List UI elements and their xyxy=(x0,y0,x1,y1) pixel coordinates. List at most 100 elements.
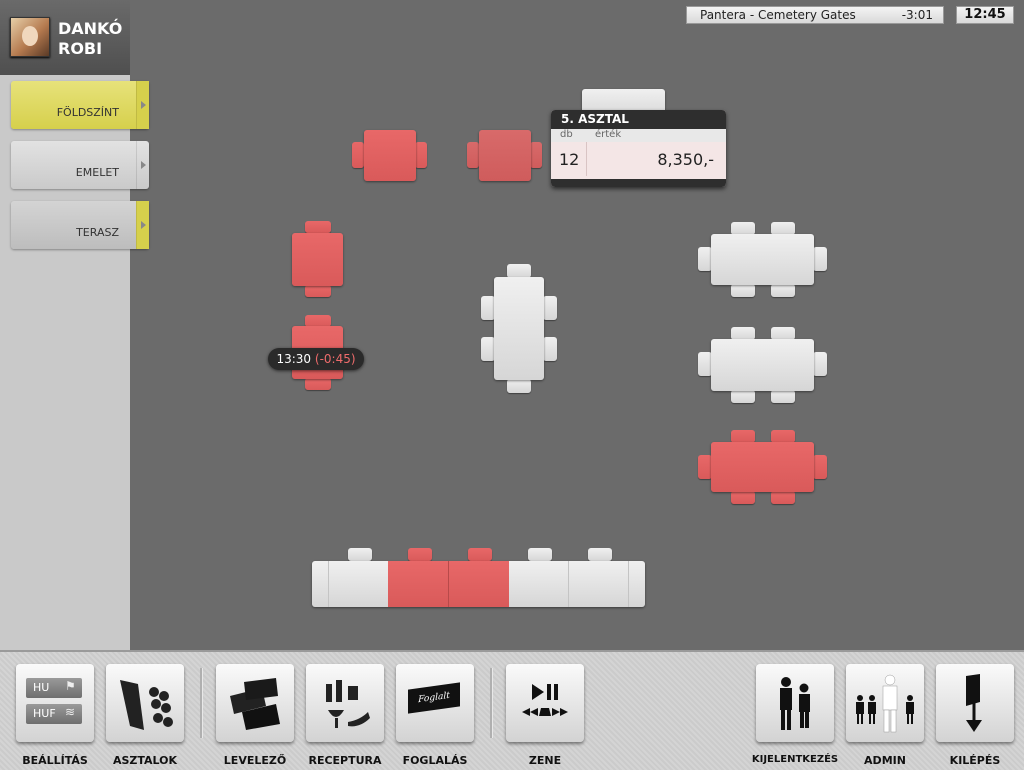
chevron-right-icon xyxy=(136,141,149,189)
table-occupied[interactable] xyxy=(364,130,416,181)
stool xyxy=(528,548,552,561)
currency-icon: HUF ≋ xyxy=(26,704,82,724)
popup-qty: 12 xyxy=(559,150,580,169)
floor-tab-upstairs[interactable]: EMELET xyxy=(11,141,149,189)
chevron-right-icon xyxy=(136,201,149,249)
chair xyxy=(813,247,827,271)
table-5[interactable] xyxy=(479,130,531,181)
floor-tab-terrace[interactable]: TERASZ xyxy=(11,201,149,249)
chair xyxy=(305,221,331,233)
people-icon xyxy=(780,677,810,730)
chair xyxy=(530,142,542,168)
reservation-time-badge: 13:30 (-0:45) xyxy=(268,348,364,370)
chair xyxy=(481,296,495,320)
chair xyxy=(415,142,427,168)
admin-icon xyxy=(856,674,914,733)
chair xyxy=(731,390,755,403)
flag-icon: ⚑ xyxy=(65,679,76,693)
tables-icon xyxy=(120,680,173,730)
mail-icon xyxy=(230,678,280,730)
chair xyxy=(698,455,712,479)
stool xyxy=(588,548,612,561)
user-panel: DANKÓ ROBI xyxy=(0,0,130,75)
mail-button[interactable] xyxy=(216,664,294,742)
tables-button[interactable] xyxy=(106,664,184,742)
toolbar-label: KIJELENTKEZÉS xyxy=(751,754,839,765)
divider xyxy=(568,561,569,607)
table-free[interactable] xyxy=(494,277,544,380)
table-occupied[interactable] xyxy=(711,442,814,492)
admin-button[interactable] xyxy=(846,664,924,742)
chair xyxy=(543,296,557,320)
reservation-delta: (-0:45) xyxy=(314,352,356,366)
toolbar-label: KILÉPÉS xyxy=(949,754,1001,767)
popup-values: 12 8,350,- xyxy=(551,142,726,176)
toolbar-label: ASZTALOK xyxy=(112,754,178,767)
floor-tab-label: EMELET xyxy=(75,166,119,179)
floor-tab-ground[interactable]: FÖLDSZÍNT xyxy=(11,81,149,129)
popup-title: 5. ASZTAL xyxy=(551,110,726,129)
table-info-popup[interactable]: 5. ASZTAL db érték 12 8,350,- xyxy=(551,110,726,187)
toolbar-label: BEÁLLÍTÁS xyxy=(22,754,88,767)
chair xyxy=(698,352,712,376)
booking-icon: Foglalt xyxy=(408,682,460,714)
chair xyxy=(507,264,531,278)
floor-tab-label: FÖLDSZÍNT xyxy=(56,106,119,119)
divider xyxy=(200,668,203,738)
chevron-right-icon xyxy=(136,81,149,129)
currency-code: HUF xyxy=(33,707,56,720)
music-icon xyxy=(522,684,568,716)
logout-button[interactable] xyxy=(756,664,834,742)
chair xyxy=(813,455,827,479)
chair xyxy=(731,491,755,504)
toolbar-label: LEVELEZŐ xyxy=(223,754,287,767)
avatar xyxy=(10,17,50,57)
settings-icon: HU ⚑ xyxy=(26,678,82,698)
chair xyxy=(813,352,827,376)
clock: 12:45 xyxy=(956,6,1014,24)
toolbar-label: RECEPTURA xyxy=(308,754,382,767)
bar-seat-occupied[interactable] xyxy=(448,561,509,607)
chair xyxy=(352,142,364,168)
stool xyxy=(348,548,372,561)
now-playing-remaining: -3:01 xyxy=(901,8,933,22)
booking-button[interactable]: Foglalt xyxy=(396,664,474,742)
popup-column-headers: db érték xyxy=(551,129,726,142)
language-code: HU xyxy=(33,681,50,694)
reception-button[interactable] xyxy=(306,664,384,742)
now-playing-title: Pantera - Cemetery Gates xyxy=(700,8,856,22)
stool xyxy=(408,548,432,561)
user-name: DANKÓ ROBI xyxy=(58,19,123,58)
chair xyxy=(771,284,795,297)
chair xyxy=(771,491,795,504)
divider xyxy=(586,142,587,176)
bar-seat-occupied[interactable] xyxy=(388,561,448,607)
floor-tab-label: TERASZ xyxy=(76,226,119,239)
chair xyxy=(305,378,331,390)
chair xyxy=(467,142,479,168)
popup-footer xyxy=(551,179,726,187)
table-occupied[interactable] xyxy=(292,233,343,286)
exit-button[interactable] xyxy=(936,664,1014,742)
bottom-toolbar: HU ⚑ HUF ≋ BEÁLLÍTÁS ASZTALOK LEVELEZŐ R… xyxy=(0,650,1024,770)
chair xyxy=(698,247,712,271)
chair xyxy=(771,390,795,403)
reservation-time: 13:30 xyxy=(276,352,312,366)
settings-button[interactable]: HU ⚑ HUF ≋ xyxy=(16,664,94,742)
coins-icon: ≋ xyxy=(65,705,76,719)
divider xyxy=(628,561,629,607)
now-playing-bar[interactable]: Pantera - Cemetery Gates -3:01 xyxy=(686,6,944,24)
table-free[interactable] xyxy=(711,339,814,391)
chair xyxy=(481,337,495,361)
toolbar-label: ADMIN xyxy=(864,754,906,767)
chair xyxy=(507,379,531,393)
column-value: érték xyxy=(595,129,622,140)
divider xyxy=(490,668,493,738)
toolbar-label: FOGLALÁS xyxy=(402,754,468,767)
music-button[interactable] xyxy=(506,664,584,742)
chair xyxy=(731,284,755,297)
stool xyxy=(468,548,492,561)
recipe-icon xyxy=(326,680,370,728)
popup-value: 8,350,- xyxy=(657,150,714,169)
table-free[interactable] xyxy=(711,234,814,285)
